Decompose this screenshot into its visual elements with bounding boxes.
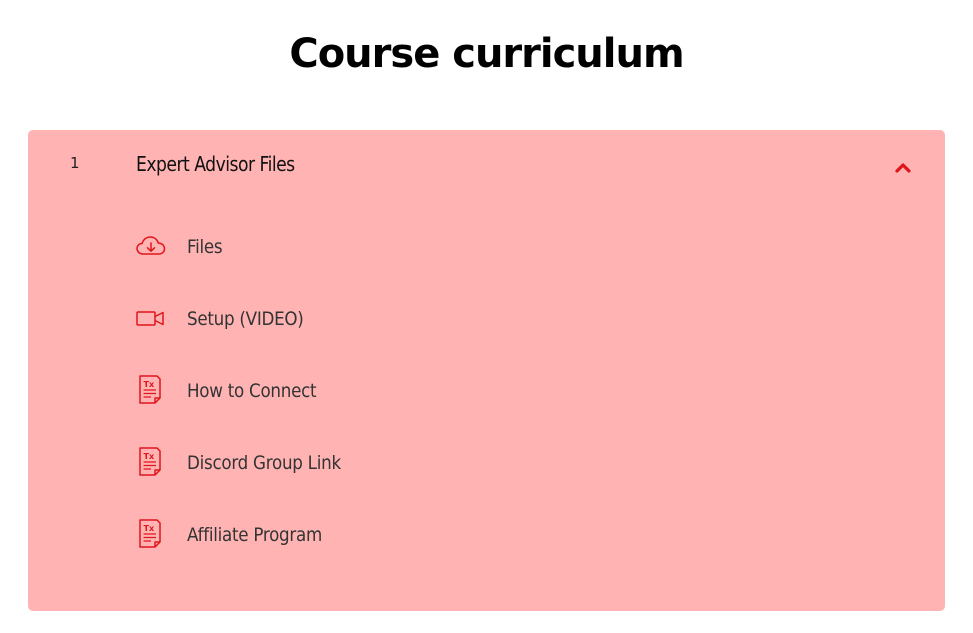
text-document-icon: Tx: [139, 375, 161, 404]
lesson-label: Files: [187, 236, 223, 258]
svg-text:Tx: Tx: [144, 452, 155, 461]
lesson-item-discord-group-link[interactable]: Tx Discord Group Link: [136, 446, 896, 482]
lesson-label: How to Connect: [187, 380, 317, 402]
svg-text:Tx: Tx: [144, 524, 155, 533]
lesson-item-how-to-connect[interactable]: Tx How to Connect: [136, 374, 896, 410]
lesson-item-files[interactable]: Files: [136, 230, 896, 266]
chevron-up-icon[interactable]: [894, 160, 912, 174]
lesson-item-setup-video[interactable]: Setup (VIDEO): [136, 302, 896, 338]
text-document-icon: Tx: [139, 447, 161, 476]
lesson-label: Affiliate Program: [187, 524, 323, 546]
section-header[interactable]: 1 Expert Advisor Files: [28, 130, 945, 206]
page-title: Course curriculum: [289, 31, 684, 77]
curriculum-section: 1 Expert Advisor Files Files Setup (VIDE…: [28, 130, 945, 611]
section-number: 1: [70, 154, 80, 172]
lesson-item-affiliate-program[interactable]: Tx Affiliate Program: [136, 518, 896, 554]
lesson-label: Setup (VIDEO): [187, 308, 304, 330]
cloud-download-icon: [136, 236, 166, 255]
text-document-icon: Tx: [139, 519, 161, 548]
lesson-label: Discord Group Link: [187, 452, 341, 474]
section-title: Expert Advisor Files: [136, 152, 295, 176]
video-camera-icon: [136, 311, 164, 326]
svg-text:Tx: Tx: [144, 380, 155, 389]
